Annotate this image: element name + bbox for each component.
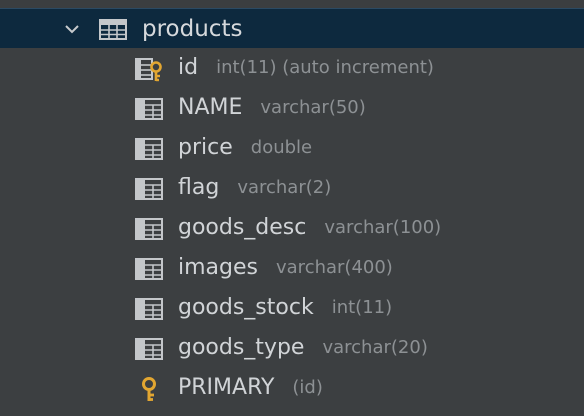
column-name: flag varchar(2) bbox=[178, 175, 332, 200]
column-name: id int(11) (auto increment) bbox=[178, 55, 434, 80]
chevron-down-icon[interactable] bbox=[63, 20, 81, 38]
column-name: price double bbox=[178, 135, 313, 160]
column-icon bbox=[135, 298, 163, 320]
column-icon bbox=[135, 338, 163, 360]
column-name: images varchar(400) bbox=[178, 255, 393, 280]
tree-node-column-goods-type[interactable]: goods_type varchar(20) bbox=[0, 329, 584, 369]
key-columns: (id) bbox=[292, 377, 323, 398]
tree-node-column-goods-desc[interactable]: goods_desc varchar(100) bbox=[0, 209, 584, 249]
tree-node-column-goods-stock[interactable]: goods_stock int(11) bbox=[0, 289, 584, 329]
tree-node-column-images[interactable]: images varchar(400) bbox=[0, 249, 584, 289]
column-type: varchar(20) bbox=[322, 337, 428, 358]
tree-node-key-primary[interactable]: PRIMARY (id) bbox=[0, 369, 584, 409]
column-name: goods_desc varchar(100) bbox=[178, 215, 442, 240]
column-icon bbox=[135, 178, 163, 200]
column-type: varchar(100) bbox=[324, 217, 442, 238]
column-name: goods_type varchar(20) bbox=[178, 335, 428, 360]
column-icon bbox=[135, 258, 163, 280]
column-name: NAME varchar(50) bbox=[178, 95, 366, 120]
key-name: PRIMARY (id) bbox=[178, 375, 323, 400]
column-type: varchar(2) bbox=[237, 177, 332, 198]
column-type: int(11) bbox=[331, 297, 393, 318]
primary-key-column-icon bbox=[135, 58, 162, 82]
table-icon bbox=[99, 19, 127, 40]
column-type: varchar(50) bbox=[260, 97, 366, 118]
column-type: varchar(400) bbox=[276, 257, 393, 278]
column-type: double bbox=[250, 137, 313, 158]
column-icon bbox=[135, 138, 163, 160]
tree-node-table-products[interactable]: products bbox=[0, 8, 584, 48]
table-name-label: products bbox=[142, 16, 243, 42]
column-icon bbox=[135, 218, 163, 240]
tree-node-column-flag[interactable]: flag varchar(2) bbox=[0, 169, 584, 209]
tree-node-column-name[interactable]: NAME varchar(50) bbox=[0, 89, 584, 129]
tree-node-column-price[interactable]: price double bbox=[0, 129, 584, 169]
column-icon bbox=[135, 98, 163, 120]
column-name: goods_stock int(11) bbox=[178, 295, 393, 320]
tree-node-column-id[interactable]: id int(11) (auto increment) bbox=[0, 49, 584, 89]
column-type: int(11) (auto increment) bbox=[216, 57, 434, 78]
previous-row-fragment bbox=[0, 0, 584, 8]
key-icon bbox=[142, 377, 156, 401]
